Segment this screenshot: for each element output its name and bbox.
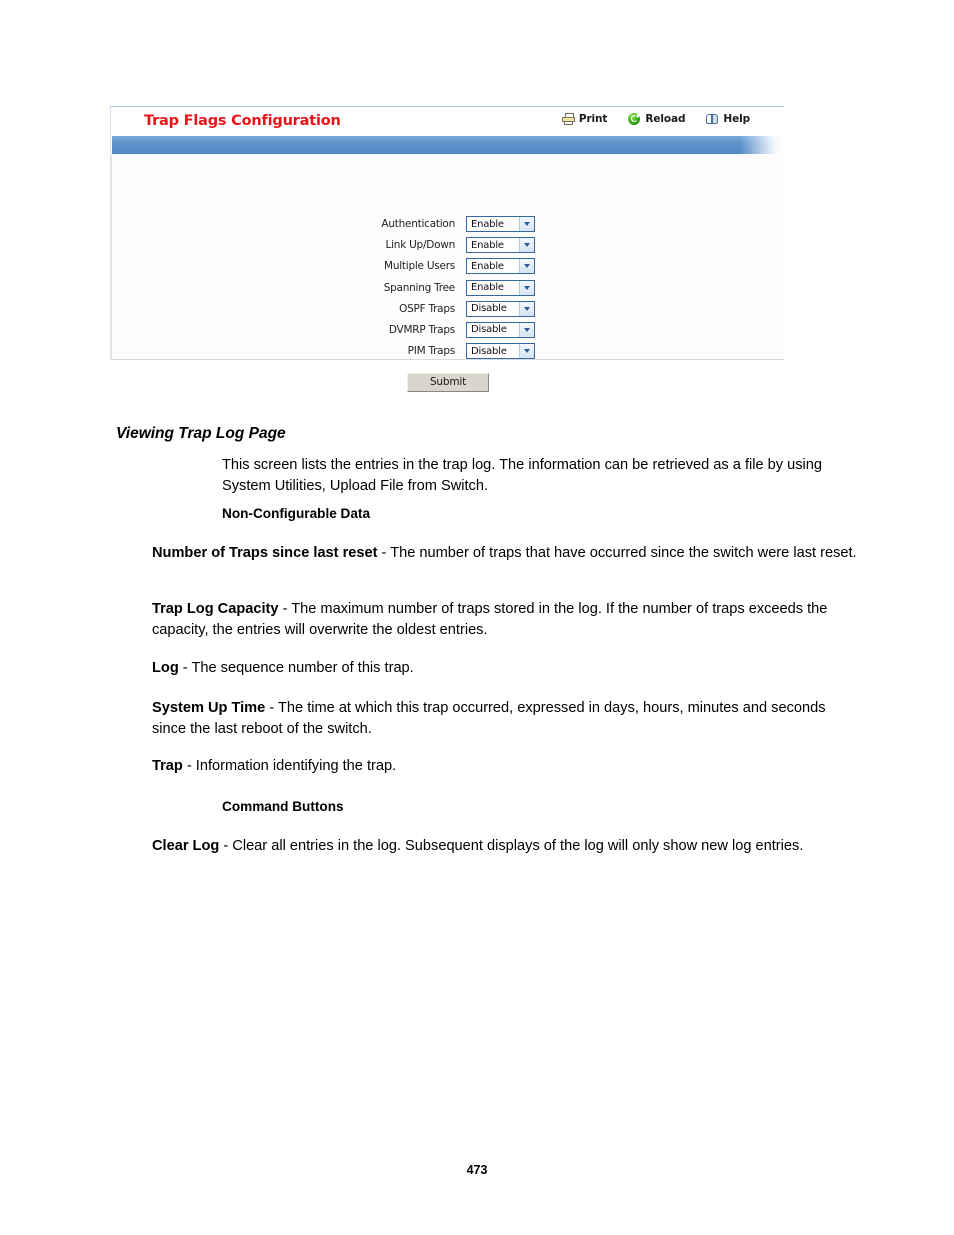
- label-authentication: Authentication: [381, 218, 455, 230]
- desc-number-of-traps: - The number of traps that have occurred…: [377, 545, 857, 561]
- term-number-of-traps: Number of Traps since last reset: [152, 545, 378, 561]
- label-pim-traps: PIM Traps: [407, 345, 456, 358]
- screenshot-title: Trap Flags Configuration: [144, 113, 341, 129]
- screenshot-header-bar: Trap Flags Configuration Print Reload He…: [111, 107, 784, 136]
- form-row-authentication: Authentication Enable: [359, 215, 535, 233]
- chevron-down-icon[interactable]: [519, 280, 534, 295]
- print-icon: [561, 113, 575, 125]
- desc-log: - The sequence number of this trap.: [178, 660, 414, 676]
- select-link-up-down-value: Enable: [471, 239, 504, 251]
- select-pim-traps-value: Disable: [471, 345, 507, 357]
- select-ospf-traps-value: Disable: [471, 303, 507, 315]
- form-row-ospf-traps: OSPF Traps Disable: [359, 300, 535, 318]
- definition-number-of-traps: Number of Traps since last reset - The n…: [152, 543, 857, 564]
- trap-flags-form: Authentication Enable Link Up/Down Enabl…: [359, 215, 535, 360]
- form-row-spanning-tree: Spanning Tree Enable: [359, 279, 535, 297]
- select-multiple-users[interactable]: Enable: [466, 258, 535, 275]
- submit-button[interactable]: Submit: [407, 373, 489, 392]
- page-title: Viewing Trap Log Page: [116, 425, 286, 442]
- definition-clear-log: Clear Log - Clear all entries in the log…: [152, 836, 857, 857]
- help-icon: [706, 113, 719, 125]
- term-clear-log: Clear Log: [152, 838, 220, 854]
- term-log: Log: [152, 660, 179, 676]
- screenshot-toolbar: Print Reload Help: [561, 113, 750, 125]
- label-link-up-down: Link Up/Down: [385, 239, 456, 252]
- label-dvmrp-traps: DVMRP Traps: [388, 323, 455, 336]
- select-multiple-users-value: Enable: [471, 260, 504, 272]
- chevron-down-icon[interactable]: [519, 301, 534, 316]
- select-ospf-traps[interactable]: Disable: [466, 300, 535, 317]
- trap-flags-configuration-screenshot: Trap Flags Configuration Print Reload He…: [110, 106, 785, 392]
- desc-clear-log: - Clear all entries in the log. Subseque…: [219, 838, 804, 854]
- help-button[interactable]: Help: [706, 113, 750, 125]
- reload-button[interactable]: Reload: [628, 113, 685, 125]
- reload-icon: [628, 113, 641, 125]
- definition-log: Log - The sequence number of this trap.: [152, 658, 857, 679]
- term-trap-log-capacity: Trap Log Capacity: [152, 601, 279, 617]
- select-authentication[interactable]: Enable: [466, 216, 535, 232]
- form-row-link-up-down: Link Up/Down Enable: [359, 236, 535, 254]
- form-row-dvmrp-traps: DVMRP Traps Disable: [359, 321, 535, 339]
- term-trap: Trap: [152, 758, 183, 774]
- select-pim-traps[interactable]: Disable: [466, 343, 535, 360]
- select-link-up-down[interactable]: Enable: [466, 237, 535, 254]
- page-number: 473: [466, 1163, 488, 1177]
- print-button[interactable]: Print: [561, 113, 608, 125]
- label-multiple-users: Multiple Users: [384, 260, 455, 273]
- label-spanning-tree: Spanning Tree: [383, 281, 456, 294]
- intro-paragraph: This screen lists the entries in the tra…: [222, 457, 823, 494]
- help-label: Help: [723, 113, 750, 125]
- form-row-multiple-users: Multiple Users Enable: [359, 257, 535, 275]
- definition-trap: Trap - Information identifying the trap.: [152, 756, 857, 777]
- band-highlight: [740, 136, 784, 154]
- term-system-up-time: System Up Time: [152, 700, 266, 716]
- chevron-down-icon[interactable]: [519, 322, 534, 337]
- reload-label: Reload: [645, 113, 686, 125]
- select-spanning-tree-value: Enable: [471, 282, 504, 294]
- definition-system-up-time: System Up Time - The time at which this …: [152, 698, 857, 740]
- submit-row: Submit: [112, 373, 784, 392]
- chevron-down-icon[interactable]: [519, 238, 534, 253]
- screenshot-body: Authentication Enable Link Up/Down Enabl…: [111, 154, 784, 392]
- select-authentication-value: Enable: [471, 218, 504, 230]
- desc-trap: - Information identifying the trap.: [182, 758, 397, 774]
- form-row-pim-traps: PIM Traps Disable: [359, 342, 535, 360]
- print-label: Print: [578, 113, 608, 125]
- chevron-down-icon[interactable]: [519, 259, 534, 274]
- subheading-non-configurable-data: Non-Configurable Data: [222, 506, 371, 521]
- chevron-down-icon[interactable]: [519, 344, 534, 359]
- select-dvmrp-traps-value: Disable: [471, 324, 507, 336]
- label-ospf-traps: OSPF Traps: [399, 302, 455, 315]
- screenshot-accent-band: [112, 136, 784, 154]
- definition-trap-log-capacity: Trap Log Capacity - The maximum number o…: [152, 599, 857, 641]
- select-spanning-tree[interactable]: Enable: [466, 279, 535, 296]
- chevron-down-icon[interactable]: [519, 217, 534, 231]
- subheading-command-buttons: Command Buttons: [222, 799, 344, 814]
- select-dvmrp-traps[interactable]: Disable: [466, 321, 535, 338]
